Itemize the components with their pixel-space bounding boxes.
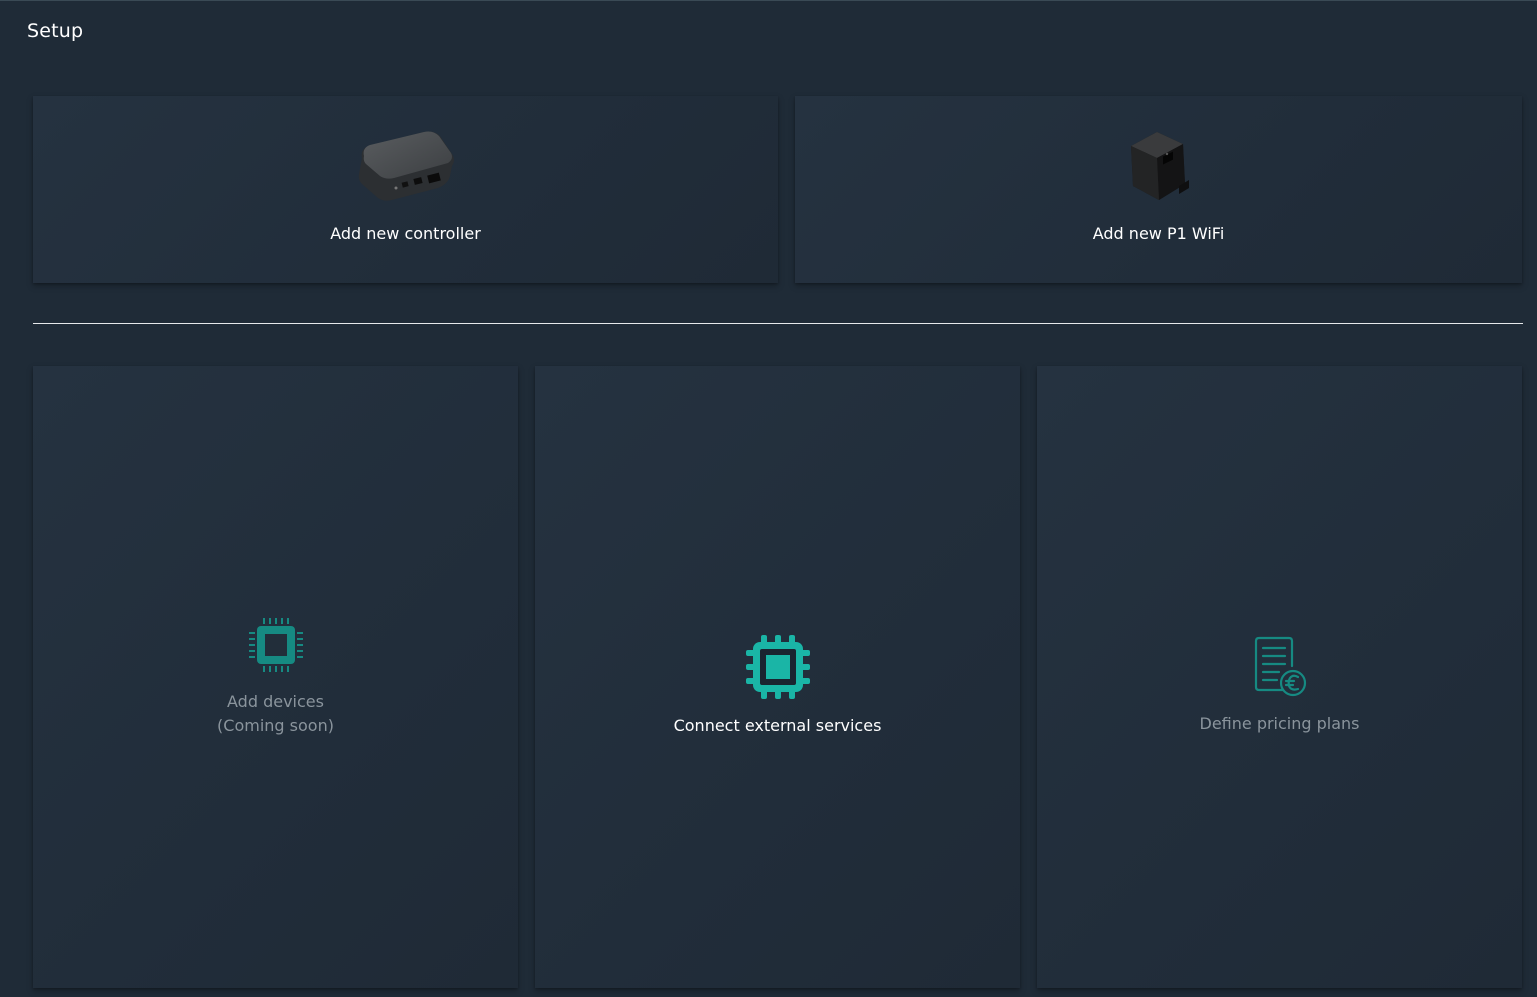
- define-pricing-plans-label: Define pricing plans: [1199, 714, 1360, 733]
- section-divider: [33, 323, 1523, 324]
- connect-external-services-card[interactable]: Connect external services: [535, 366, 1020, 988]
- add-p1-wifi-card[interactable]: Add new P1 WiFi: [795, 96, 1522, 283]
- add-devices-card[interactable]: Add devices (Coming soon): [33, 366, 518, 988]
- chip-icon: [248, 618, 303, 672]
- add-controller-card[interactable]: Add new controller: [33, 96, 778, 283]
- add-devices-label: Add devices: [227, 692, 324, 711]
- page-title: Setup: [27, 20, 84, 42]
- define-pricing-plans-card[interactable]: Define pricing plans: [1037, 366, 1522, 988]
- add-controller-label: Add new controller: [330, 223, 481, 243]
- chip-icon: [745, 635, 810, 699]
- controller-device-icon: [358, 131, 454, 201]
- setup-page: Setup Add new controller Add new P1 WiFi…: [0, 0, 1537, 997]
- add-devices-sublabel: (Coming soon): [217, 716, 334, 735]
- add-p1-wifi-label: Add new P1 WiFi: [1092, 223, 1225, 243]
- connect-external-services-label: Connect external services: [673, 716, 882, 735]
- p1-wifi-device-icon: [1130, 131, 1189, 200]
- pricing-document-icon: [1254, 636, 1306, 697]
